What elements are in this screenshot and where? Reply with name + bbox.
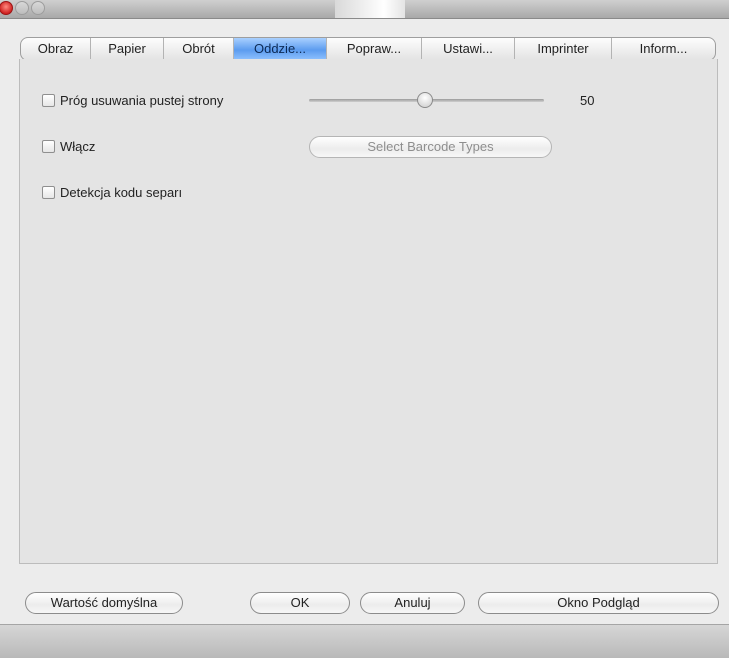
default-values-button[interactable]: Wartość domyślna	[25, 592, 183, 614]
separator-checkbox[interactable]	[42, 186, 55, 199]
separator-option: Detekcja kodu separı	[42, 185, 182, 200]
separator-label: Detekcja kodu separı	[60, 185, 183, 200]
tab-bar: Obraz Papier Obrót Oddzie... Popraw... U…	[20, 37, 716, 61]
tab-obraz[interactable]: Obraz	[21, 38, 91, 60]
tab-imprinter[interactable]: Imprinter	[515, 38, 612, 60]
close-window-icon[interactable]	[0, 1, 13, 15]
blank-page-label: Próg usuwania pustej strony	[60, 93, 224, 108]
tab-popraw[interactable]: Popraw...	[327, 38, 422, 60]
slider-value: 50	[580, 93, 595, 108]
tab-inform[interactable]: Inform...	[612, 38, 715, 60]
preview-window-button[interactable]: Okno Podgląd	[478, 592, 719, 614]
slider-thumb-handle[interactable]	[417, 92, 433, 108]
titlebar-highlight	[335, 0, 405, 18]
enable-option: Włącz	[42, 139, 95, 154]
tab-papier[interactable]: Papier	[91, 38, 164, 60]
tab-content-panel	[19, 59, 718, 564]
blank-page-checkbox[interactable]	[42, 94, 55, 107]
select-barcode-types-button[interactable]: Select Barcode Types	[309, 136, 552, 158]
zoom-window-icon[interactable]	[31, 1, 45, 15]
tab-ustawi[interactable]: Ustawi...	[422, 38, 515, 60]
enable-checkbox[interactable]	[42, 140, 55, 153]
ok-button[interactable]: OK	[250, 592, 350, 614]
tab-oddzie[interactable]: Oddzie...	[234, 38, 327, 60]
blank-page-option: Próg usuwania pustej strony	[42, 93, 223, 108]
cancel-button[interactable]: Anuluj	[360, 592, 465, 614]
tab-obrot[interactable]: Obrót	[164, 38, 234, 60]
minimize-window-icon[interactable]	[15, 1, 29, 15]
enable-label: Włącz	[60, 139, 96, 154]
window-titlebar	[0, 0, 729, 19]
window-bottom-bar	[0, 624, 729, 658]
